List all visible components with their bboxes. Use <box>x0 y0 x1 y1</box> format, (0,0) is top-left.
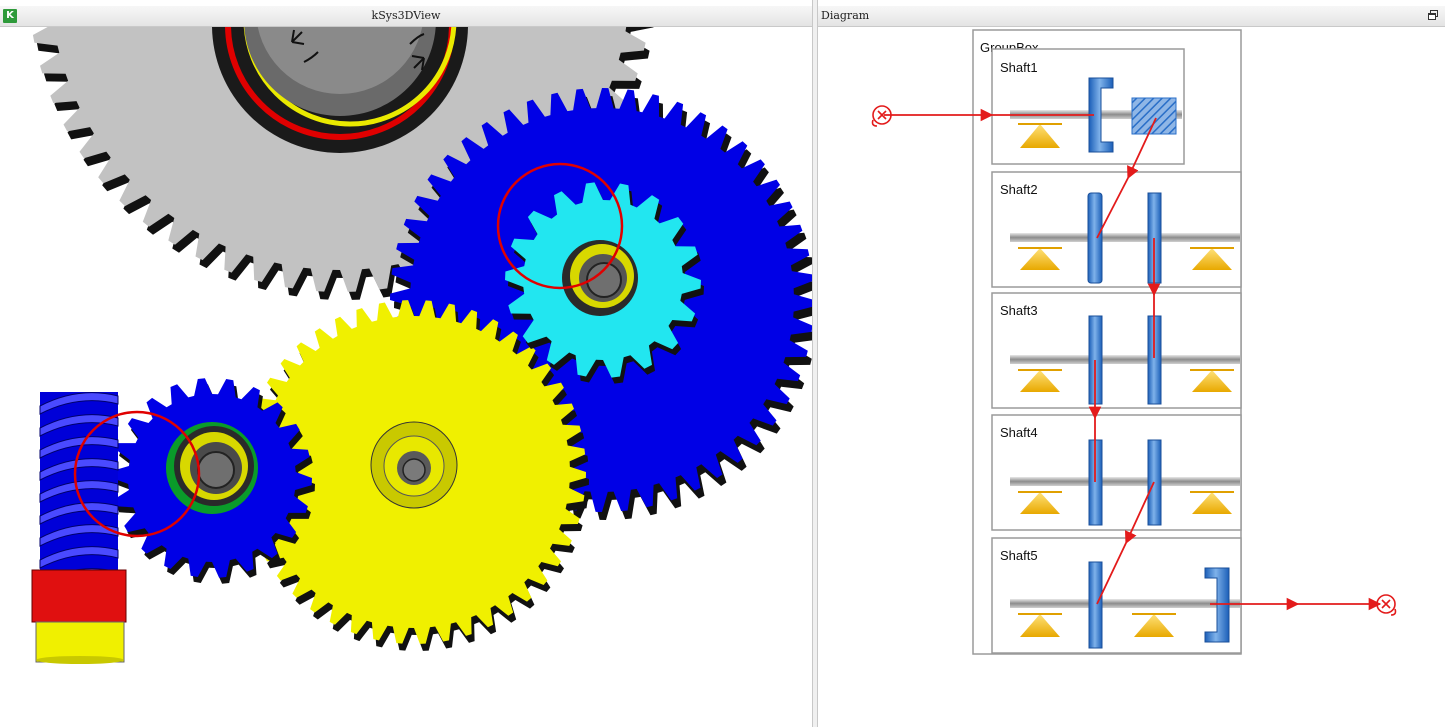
shaft4-label: Shaft4 <box>1000 425 1038 440</box>
shaft1-label: Shaft1 <box>1000 60 1038 75</box>
input-motor-icon <box>871 105 892 127</box>
shaft1-input-hatched-gear <box>1131 97 1177 135</box>
shaft5-label: Shaft5 <box>1000 548 1038 563</box>
worm-red-collar <box>31 569 127 623</box>
shaft-diagram-canvas[interactable]: GroupBox Shaft1 Shaft2 Shaft3 Shaft4 Sha… <box>818 27 1445 727</box>
3d-gear-viewport[interactable] <box>0 27 812 727</box>
shaft3-label: Shaft3 <box>1000 303 1038 318</box>
3d-view-title-bar[interactable]: K kSys3DView <box>0 6 812 27</box>
yellow-gear-hub-bore <box>402 458 426 482</box>
worm-shaft <box>31 392 127 664</box>
shaft5-gear-a <box>1088 561 1103 649</box>
diagram-title-bar[interactable]: Diagram <box>818 6 1445 27</box>
shaft2-label: Shaft2 <box>1000 182 1038 197</box>
3d-view-title: kSys3DView <box>371 9 441 22</box>
small-blue-gear-hub-bore <box>197 451 235 489</box>
shaft2-gear-a <box>1087 192 1103 284</box>
output-load-icon <box>1376 594 1397 616</box>
kSys3DView-pane: K kSys3DView <box>0 0 812 727</box>
k-logo-icon: K <box>3 9 17 23</box>
shaft5-rod <box>1010 599 1240 608</box>
shaft4-rod <box>1010 477 1240 486</box>
shaft2-rod <box>1010 233 1240 242</box>
restore-window-icon[interactable] <box>1427 9 1439 21</box>
diagram-title: Diagram <box>821 9 870 22</box>
shaft3-rod <box>1010 355 1240 364</box>
diagram-pane: Diagram GroupBox Shaft1 Shaft2 Shaft3 Sh… <box>818 0 1445 727</box>
